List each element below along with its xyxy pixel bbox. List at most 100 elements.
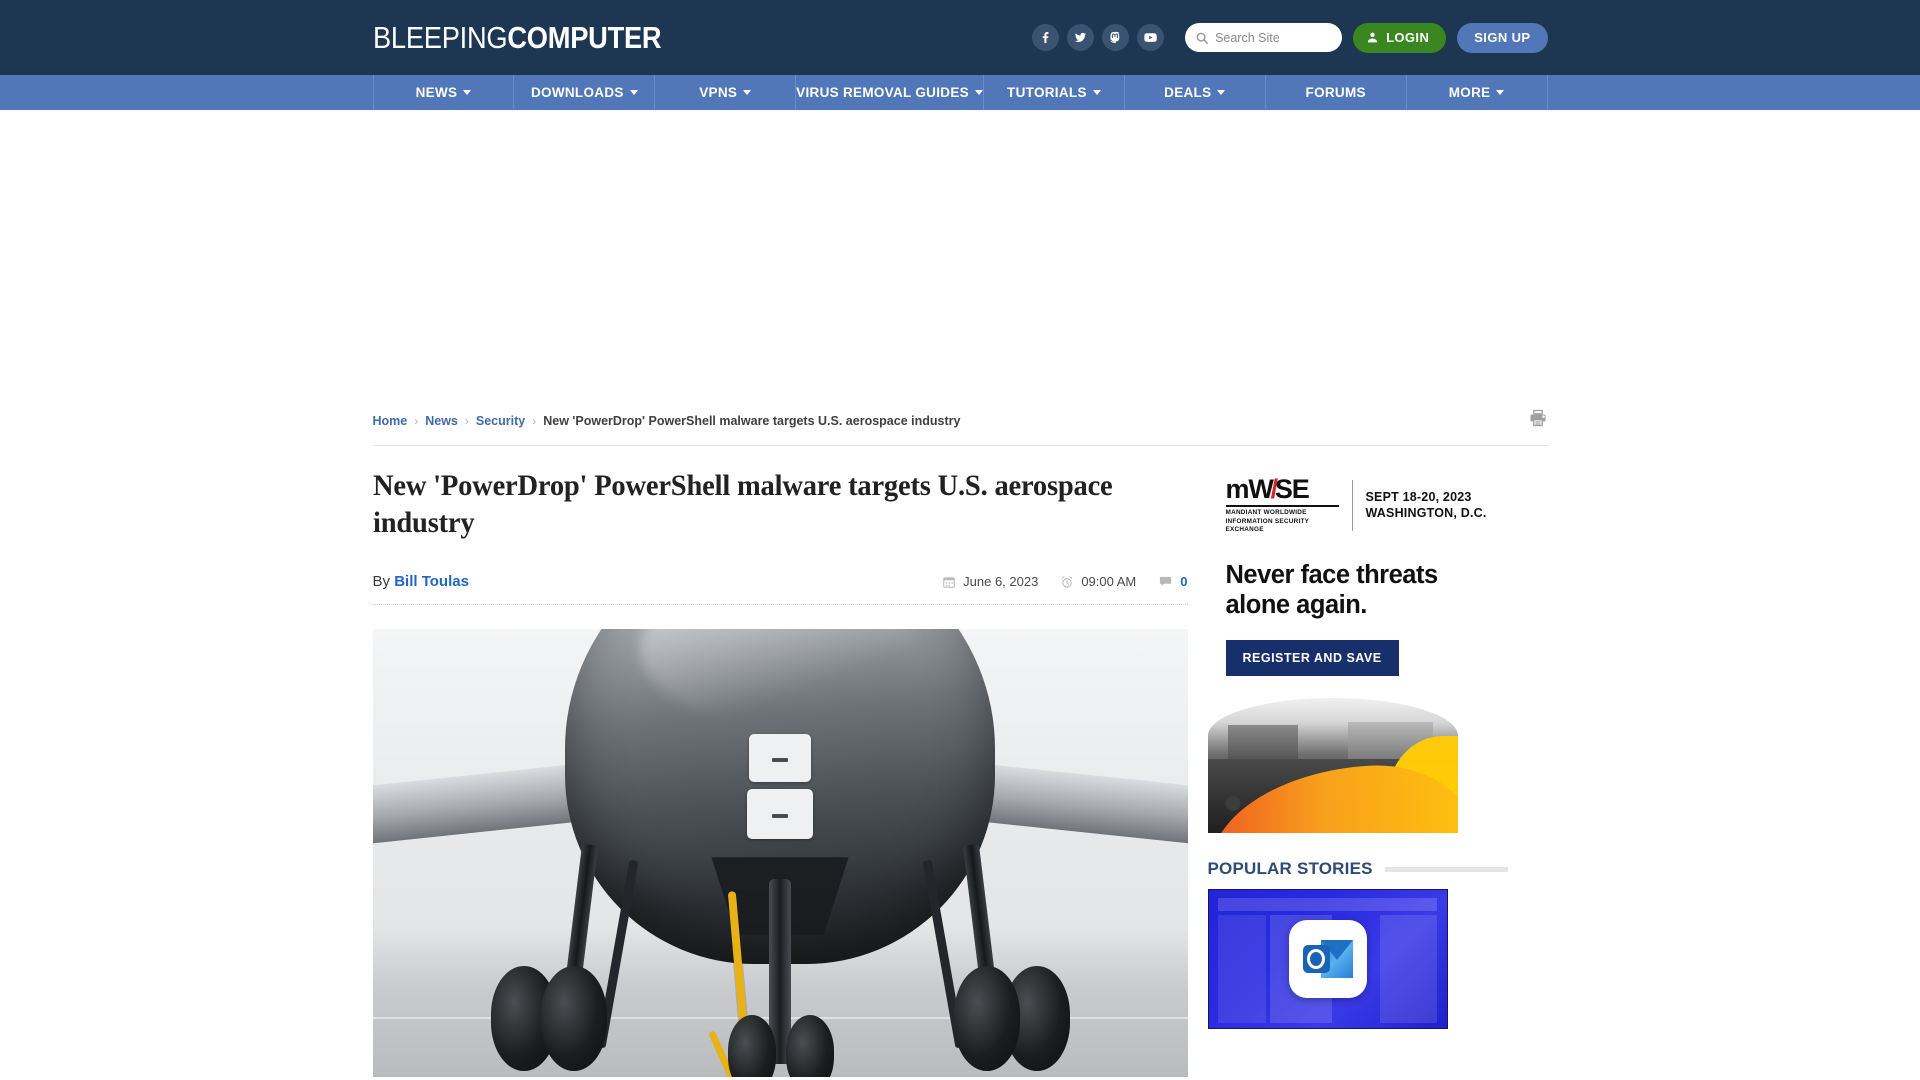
article-title: New 'PowerDrop' PowerShell malware targe… [372,469,1113,539]
mwise-logo-se: SE [1274,474,1310,504]
article-comments[interactable]: 0 [1158,574,1188,590]
search-input[interactable] [1215,30,1333,45]
outlook-icon [1288,920,1367,999]
mwise-event-location: WASHINGTON, D.C. [1365,506,1487,521]
nav-item-label: FORUMS [1305,85,1366,100]
calendar-icon [943,577,955,588]
article-column: New 'PowerDrop' PowerShell malware targe… [372,468,1188,1078]
byline-prefix: By [372,573,391,591]
nav-item-vpns[interactable]: VPNS [655,75,797,110]
alarm-clock-icon [1062,575,1073,588]
top-advertisement-slot [0,110,1920,398]
breadcrumb-separator-icon: › [414,413,419,428]
outlook-o-letter [1302,945,1330,974]
popular-stories-title: POPULAR STORIES [1207,859,1373,879]
breadcrumb-current-page: New 'PowerDrop' PowerShell malware targe… [543,413,961,428]
printer-icon [1530,409,1545,427]
mwise-event-dates: SEPT 18-20, 2023 [1365,489,1472,504]
nav-item-downloads[interactable]: DOWNLOADS [514,75,656,110]
comment-icon [1160,577,1172,587]
mastodon-icon[interactable] [1102,24,1130,51]
outlook-calendar-pane [1379,914,1437,1023]
outlook-toolbar [1218,898,1437,911]
site-logo[interactable]: BLEEPINGCOMPUTER [372,19,662,56]
chevron-down-icon [1092,90,1101,95]
logo-text-bleeping: BLEEPING [372,19,508,55]
nav-item-label: VPNS [699,85,738,100]
nav-item-label: DOWNLOADS [530,85,624,100]
mwise-logo-w: W [1248,474,1274,504]
mwise-advertisement[interactable]: m W / SE MANDIANT WORLDWIDE INFORMATION SEC… [1207,468,1508,834]
main-navigation: NEWS DOWNLOADS VPNS VIRUS REMOVAL GUIDES… [0,75,1920,110]
mwise-logo-m: m [1225,474,1250,504]
login-button[interactable]: LOGIN [1353,22,1447,53]
mwise-logo: m W / SE MANDIANT WORLDWIDE INFORMATION SEC… [1225,474,1339,535]
chevron-down-icon [629,90,638,95]
main-tire [540,966,607,1072]
outlook-folder-pane [1218,914,1266,1023]
section-divider [1384,866,1508,872]
nose-tire [728,1015,776,1078]
author-link[interactable]: Bill Toulas [394,573,469,590]
chevron-down-icon [974,90,983,95]
youtube-icon[interactable] [1137,24,1165,51]
article-date: June 6, 2023 [942,574,1038,589]
twitter-icon[interactable] [1067,24,1095,51]
login-button-label: LOGIN [1386,30,1430,45]
nav-item-tutorials[interactable]: TUTORIALS [984,75,1125,110]
print-button[interactable] [1528,408,1548,433]
chevron-down-icon [463,90,472,95]
article-date-text: June 6, 2023 [963,574,1039,590]
breadcrumb-separator-icon: › [464,413,469,428]
fuselage-panel-upper [749,734,811,783]
facebook-icon[interactable] [1032,24,1060,51]
article-hero-image [372,629,1188,1078]
breadcrumb: Home › News › Security › New 'PowerDrop'… [373,414,961,428]
signup-button[interactable]: SIGN UP [1457,22,1548,53]
comment-count: 0 [1180,574,1188,590]
article-meta: June 6, 2023 09:00 AM 0 [942,574,1188,590]
nav-item-label: NEWS [415,85,458,100]
nav-item-deals[interactable]: DEALS [1125,75,1266,110]
nav-item-virus-removal-guides[interactable]: VIRUS REMOVAL GUIDES [796,75,984,110]
signup-button-label: SIGN UP [1474,30,1531,45]
nav-item-label: DEALS [1164,85,1212,100]
nav-item-forums[interactable]: FORUMS [1266,75,1407,110]
search-box[interactable] [1185,23,1343,52]
breadcrumb-link-security[interactable]: Security [476,414,525,428]
nav-item-label: MORE [1448,85,1491,100]
breadcrumb-link-home[interactable]: Home [373,414,408,428]
main-tire [953,966,1020,1072]
nav-item-label: VIRUS REMOVAL GUIDES [796,85,969,100]
nav-item-label: TUTORIALS [1007,85,1087,100]
article-byline-row: By Bill Toulas June 6, 2023 09:00 AM 0 [372,573,1188,606]
article-time: 09:00 AM [1060,574,1136,589]
fuselage-panel-lower [747,789,813,840]
nav-item-news[interactable]: NEWS [374,75,515,110]
nose-tire [786,1015,834,1078]
sidebar: m W / SE MANDIANT WORLDWIDE INFORMATION SEC… [1207,468,1508,1077]
chevron-down-icon [1496,90,1505,95]
mwise-event-details: SEPT 18-20, 2023 WASHINGTON, D.C. [1366,489,1487,523]
mwise-register-label: REGISTER AND SAVE [1242,651,1382,666]
mwise-headline: Never face threats alone again. [1225,560,1439,619]
chevron-down-icon [1217,90,1226,95]
user-icon [1367,32,1378,43]
article-time-text: 09:00 AM [1081,574,1137,590]
mwise-conference-photo [1207,698,1458,834]
breadcrumb-link-news[interactable]: News [425,414,458,428]
breadcrumb-separator-icon: › [532,413,537,428]
social-links [1032,24,1165,51]
page-content: Home › News › Security › New 'PowerDrop'… [372,398,1548,1078]
popular-story-thumbnail[interactable] [1207,889,1448,1030]
site-header: BLEEPINGCOMPUTER Search Site LOGIN SIGN … [0,0,1920,75]
logo-text-computer: COMPUTER [506,19,661,55]
chevron-down-icon [743,90,752,95]
mwise-register-button[interactable]: REGISTER AND SAVE [1225,640,1399,677]
nav-item-more[interactable]: MORE [1407,75,1548,110]
breadcrumb-bar: Home › News › Security › New 'PowerDrop'… [372,398,1548,446]
search-icon [1196,32,1209,44]
popular-stories-header: POPULAR STORIES [1208,859,1508,879]
article-byline: By Bill Toulas [373,573,469,590]
mwise-logo-subtitle: MANDIANT WORLDWIDE INFORMATION SECURITY … [1225,505,1339,535]
